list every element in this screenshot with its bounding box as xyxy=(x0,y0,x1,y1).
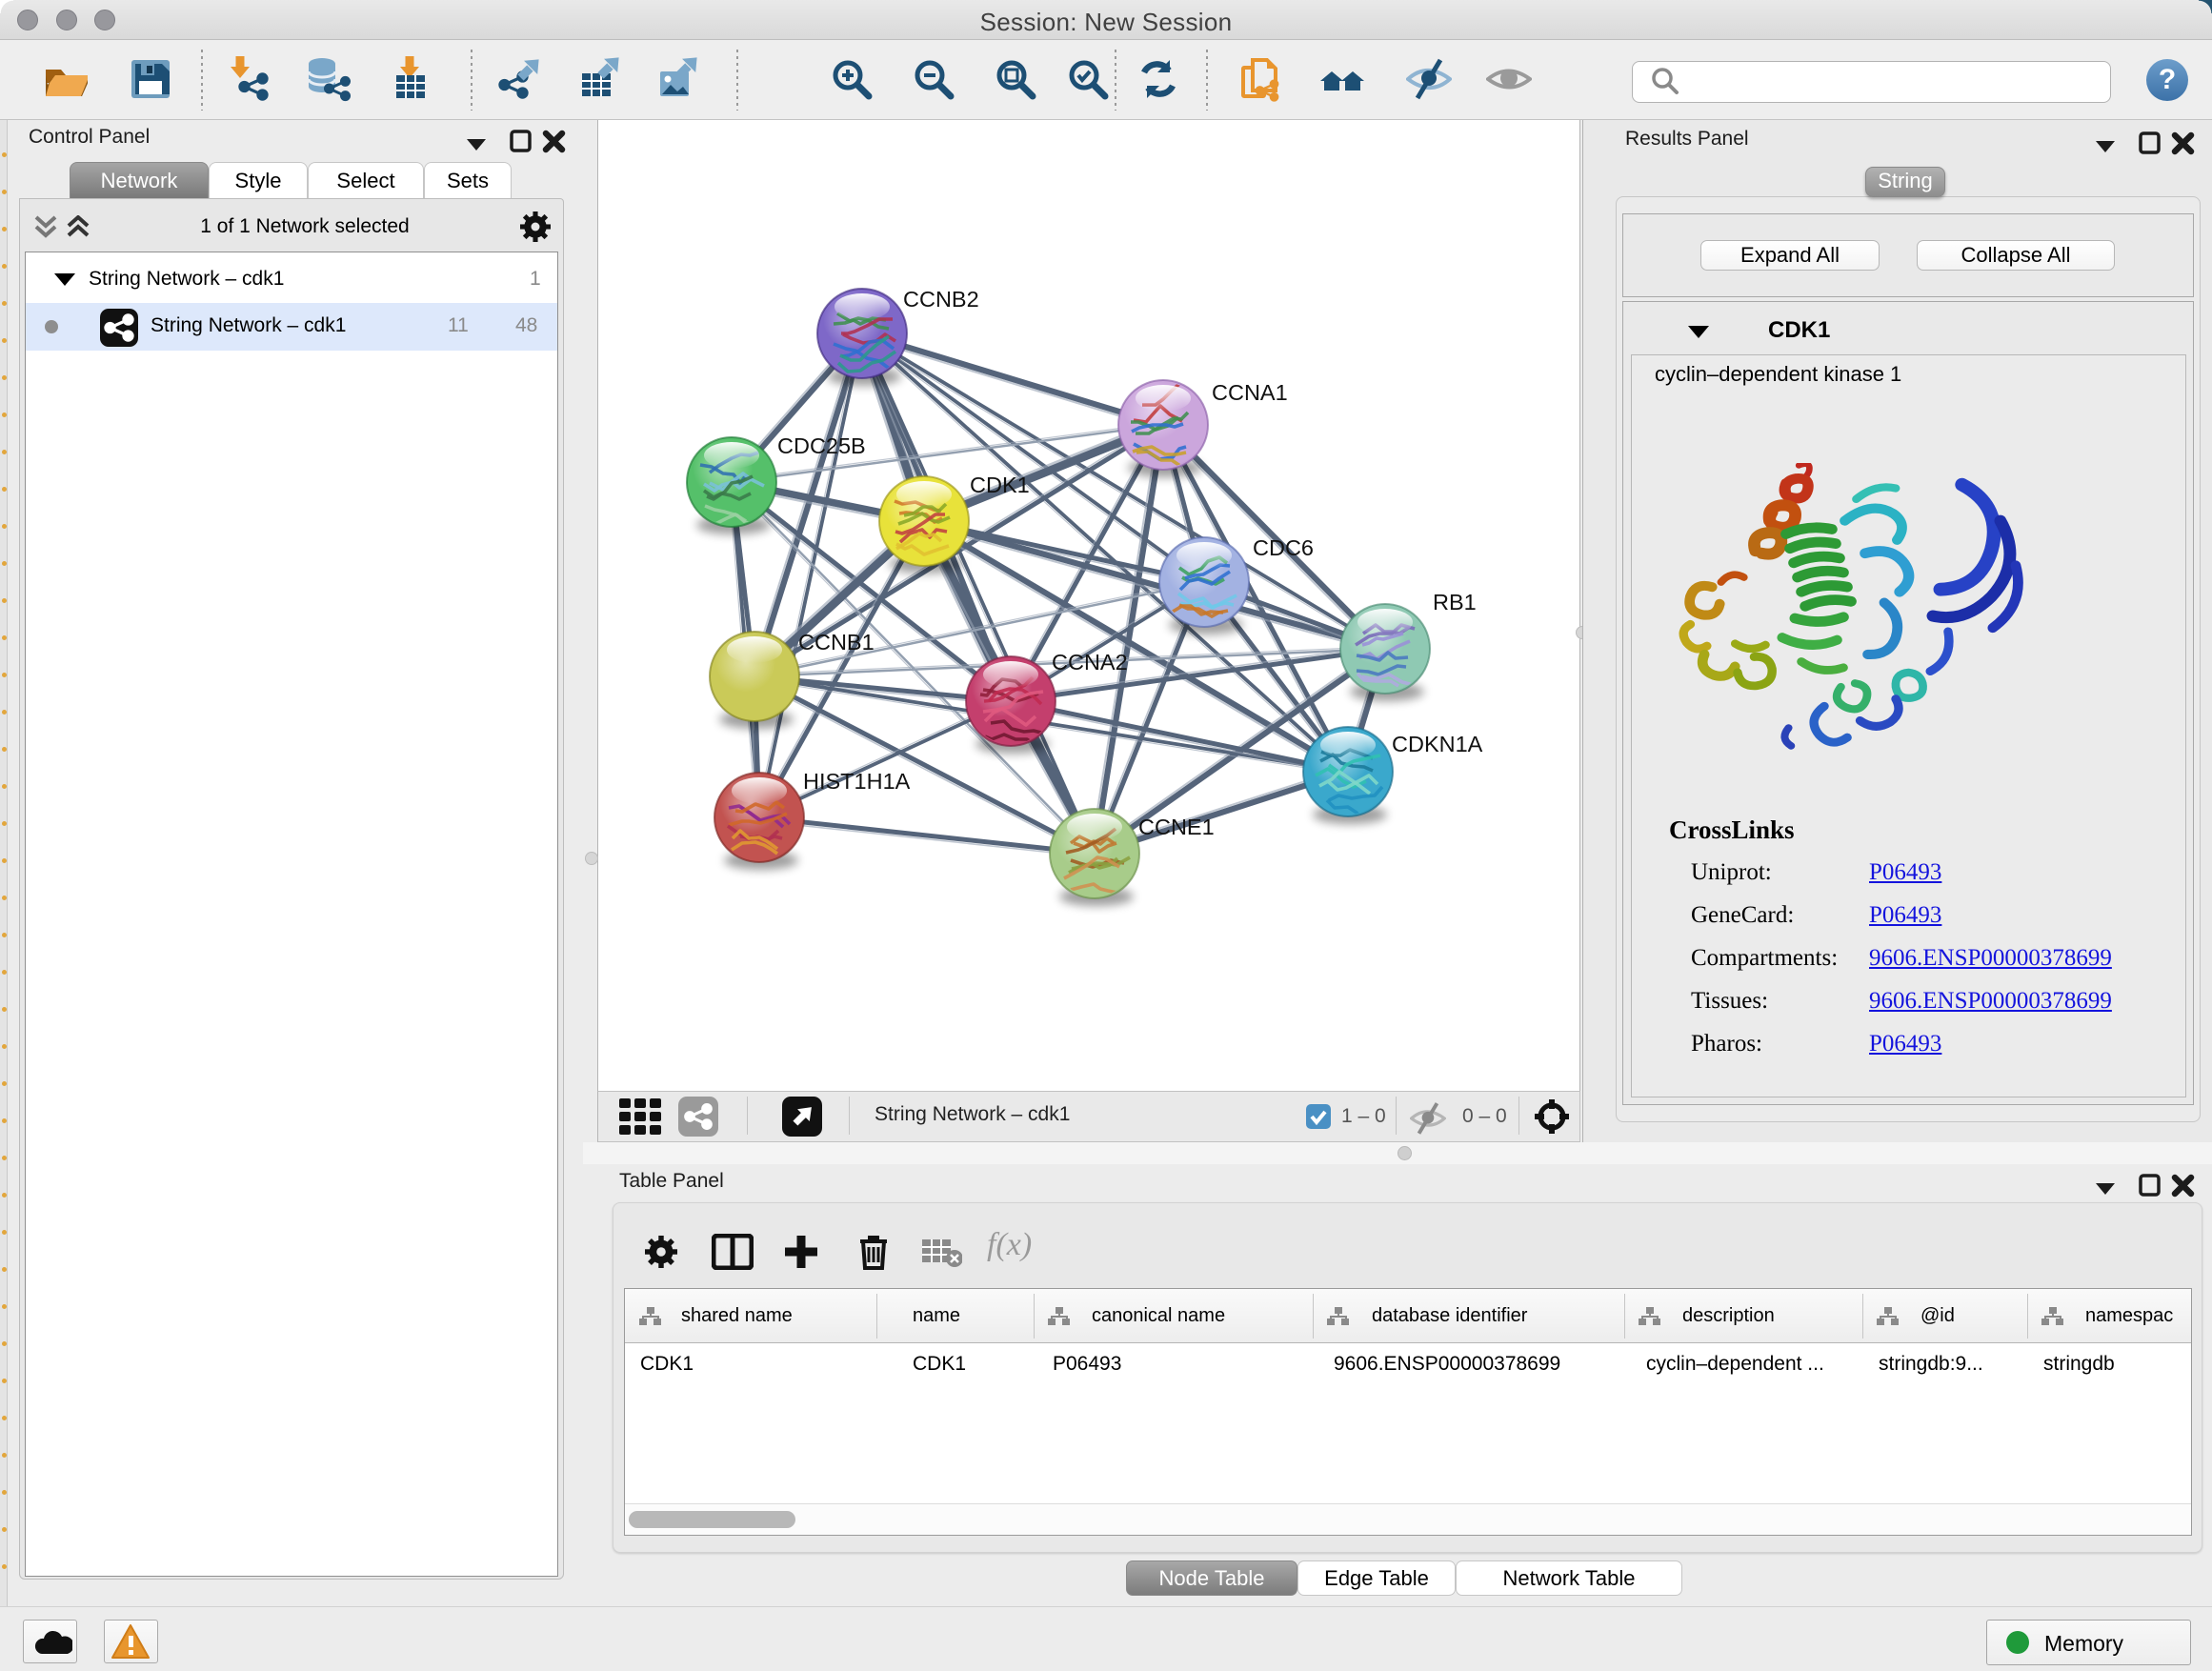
svg-text:CCNA1: CCNA1 xyxy=(1212,380,1288,405)
svg-text:CCNB1: CCNB1 xyxy=(798,630,875,654)
svg-text:RB1: RB1 xyxy=(1433,590,1477,614)
svg-text:CCNB2: CCNB2 xyxy=(903,287,979,312)
svg-text:CCNE1: CCNE1 xyxy=(1138,815,1215,839)
svg-text:CDKN1A: CDKN1A xyxy=(1392,732,1483,756)
svg-text:CDC25B: CDC25B xyxy=(777,433,866,458)
svg-text:CDK1: CDK1 xyxy=(970,473,1030,497)
svg-text:HIST1H1A: HIST1H1A xyxy=(803,769,911,794)
svg-text:CDC6: CDC6 xyxy=(1253,535,1314,560)
svg-text:CCNA2: CCNA2 xyxy=(1052,650,1128,674)
